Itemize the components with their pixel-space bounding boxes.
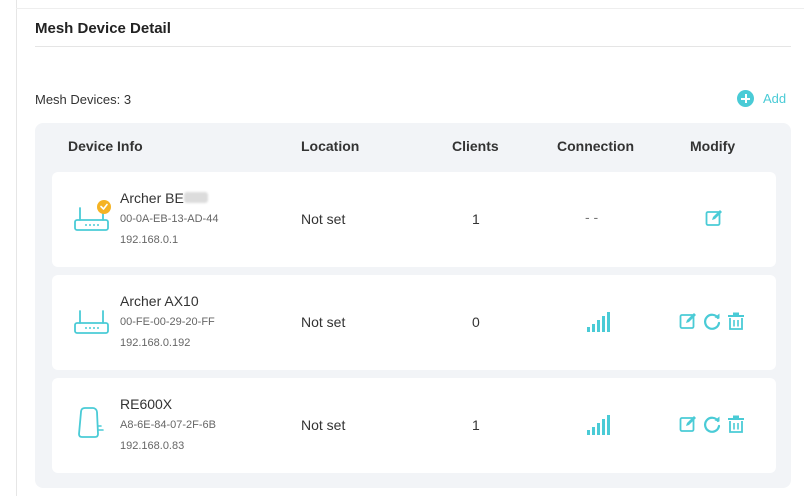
device-clients: 1 — [472, 417, 480, 433]
header-device-info: Device Info — [68, 138, 143, 154]
router-icon — [74, 310, 109, 334]
title-divider — [35, 46, 791, 47]
add-circle-icon — [737, 90, 754, 107]
trash-icon[interactable] — [726, 311, 746, 331]
device-ip: 192.168.0.83 — [120, 440, 185, 452]
trash-icon[interactable] — [726, 414, 746, 434]
device-location: Not set — [301, 211, 346, 227]
device-ip: 192.168.0.192 — [120, 337, 191, 349]
mesh-device-table: Device Info Location Clients Connection … — [35, 123, 791, 488]
device-mac: A8-6E-84-07-2F-6B — [120, 419, 216, 431]
device-clients: 0 — [472, 314, 480, 330]
modify-actions — [678, 311, 746, 331]
header-location: Location — [301, 138, 360, 154]
device-mac: 00-0A-EB-13-AD-44 — [120, 213, 219, 225]
device-name: Archer AX10 — [120, 293, 199, 309]
table-row: Archer BE 00-0A-EB-13-AD-44 192.168.0.1 … — [52, 172, 776, 267]
device-name: RE600X — [120, 396, 173, 412]
content-frame-top-border — [16, 8, 804, 9]
obscured-model-suffix — [183, 192, 208, 203]
add-label: Add — [763, 91, 787, 106]
modify-actions — [704, 208, 724, 228]
device-mac: 00-FE-00-29-20-FF — [120, 316, 215, 328]
table-row: RE600X A8-6E-84-07-2F-6B 192.168.0.83 No… — [52, 378, 776, 473]
header-modify: Modify — [690, 138, 736, 154]
device-ip: 192.168.0.1 — [120, 234, 179, 246]
range-extender-icon — [78, 407, 104, 438]
device-clients: 1 — [472, 211, 480, 227]
device-location: Not set — [301, 417, 346, 433]
device-connection: - - — [585, 209, 599, 225]
device-name: Archer BE — [120, 190, 208, 206]
refresh-icon[interactable] — [702, 311, 722, 331]
refresh-icon[interactable] — [702, 414, 722, 434]
section-title: Mesh Device Detail — [35, 20, 171, 37]
edit-icon[interactable] — [678, 414, 698, 434]
device-location: Not set — [301, 314, 346, 330]
signal-strong-icon — [587, 415, 610, 435]
table-row: Archer AX10 00-FE-00-29-20-FF 192.168.0.… — [52, 275, 776, 370]
router-warning-icon — [74, 200, 111, 231]
content-frame-left-border — [16, 0, 17, 496]
table-header: Device Info Location Clients Connection … — [35, 123, 791, 169]
modify-actions — [678, 414, 746, 434]
header-clients: Clients — [452, 138, 499, 154]
header-connection: Connection — [557, 138, 634, 154]
add-device-button[interactable]: Add — [737, 90, 786, 107]
mesh-devices-count: Mesh Devices: 3 — [35, 92, 132, 107]
signal-strong-icon — [587, 312, 610, 332]
edit-icon[interactable] — [678, 311, 698, 331]
edit-icon[interactable] — [704, 208, 724, 228]
